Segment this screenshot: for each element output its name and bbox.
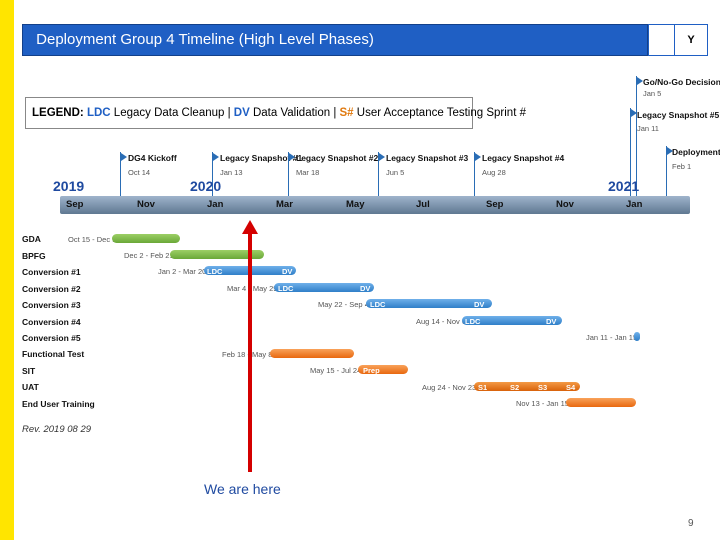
legend-dv-code: DV: [233, 107, 250, 119]
current-position-label: We are here: [204, 481, 281, 497]
gantt-bar: [474, 382, 580, 391]
phase-tag: S4: [566, 383, 576, 392]
month-label: Sep: [486, 199, 504, 210]
legend-s-code: S#: [339, 107, 354, 119]
bar-date-range: Mar 4 - May 29: [227, 284, 278, 293]
row-label-sit: SIT: [22, 366, 36, 376]
month-label: Jan: [626, 199, 643, 210]
bar-date-range: Dec 2 - Feb 21: [124, 251, 174, 260]
milestone-date: Aug 28: [482, 168, 506, 177]
milestone-name: Go/No-Go Decision: [643, 77, 720, 87]
flag-icon: [213, 153, 219, 161]
row-label-functional-test: Functional Test: [22, 349, 85, 359]
milestone-date: Jun 5: [386, 168, 405, 177]
bar-date-range: Oct 15 - Dec 9: [68, 235, 117, 244]
gantt-bar: [270, 349, 354, 358]
legend-s-text: User Acceptance Testing Sprint #: [356, 107, 526, 119]
phase-tag: S2: [510, 383, 520, 392]
row-label-conversion-3: Conversion #3: [22, 300, 81, 310]
bar-date-range: Jan 11 - Jan 15: [586, 333, 638, 342]
milestone-name: Legacy Snapshot #4: [482, 153, 565, 163]
legend-ldc-code: LDC: [86, 107, 111, 119]
bar-date-range: Aug 14 - Nov 6: [416, 317, 467, 326]
phase-tag: S1: [478, 383, 488, 392]
phase-tag: S3: [538, 383, 548, 392]
left-accent-stripe: [0, 0, 14, 540]
row-label-conversion-2: Conversion #2: [22, 284, 81, 294]
bar-date-range: Aug 24 - Nov 23: [422, 383, 477, 392]
gantt-bar: [634, 332, 640, 341]
bar-date-range: May 22 - Sep 4: [318, 300, 369, 309]
month-label: Mar: [276, 199, 293, 210]
status-flag: Y: [674, 24, 708, 56]
row-label-conversion-4: Conversion #4: [22, 317, 81, 327]
phase-tag: LDC: [278, 284, 294, 293]
row-label-bpfg: BPFG: [22, 251, 46, 261]
flag-icon: [379, 153, 385, 161]
page-title: Deployment Group 4 Timeline (High Level …: [36, 31, 374, 48]
flag-icon: [475, 153, 481, 161]
month-label: Jul: [416, 199, 430, 210]
year-label: 2021: [608, 178, 640, 194]
milestone-date: Jan 5: [643, 89, 662, 98]
gantt-bar: [566, 398, 636, 407]
phase-tag: DV: [360, 284, 371, 293]
flag-icon: [121, 153, 127, 161]
row-label-uat: UAT: [22, 382, 39, 392]
legend-dv-text: Data Validation |: [252, 107, 337, 119]
milestone-name: Deployment: [672, 147, 720, 157]
milestone-date: Jan 13: [220, 168, 243, 177]
page-number: 9: [688, 518, 694, 529]
flag-icon: [289, 153, 295, 161]
bar-date-range: Jan 2 - Mar 20: [158, 267, 207, 276]
phase-tag: Prep: [363, 366, 380, 375]
year-label: 2020: [190, 178, 222, 194]
phase-tag: DV: [546, 317, 557, 326]
milestone-date: Jan 11: [637, 124, 659, 133]
month-label: Jan: [207, 199, 224, 210]
milestone-date: Oct 14: [128, 168, 151, 177]
legend-prefix: LEGEND:: [32, 107, 84, 119]
bar-date-range: Nov 13 - Jan 15: [516, 399, 569, 408]
row-label-end-user-training: End User Training: [22, 399, 95, 409]
phase-tag: DV: [474, 300, 485, 309]
title-bar: Deployment Group 4 Timeline (High Level …: [22, 24, 648, 56]
row-label-gda: GDA: [22, 234, 41, 244]
month-label: Nov: [137, 199, 155, 210]
current-date-marker: [248, 232, 252, 472]
milestone-date: Feb 1: [672, 162, 692, 171]
milestone-name: DG4 Kickoff: [128, 153, 177, 163]
phase-tag: LDC: [207, 267, 223, 276]
title-side-box: [648, 24, 676, 56]
row-label-conversion-5: Conversion #5: [22, 333, 81, 343]
milestone-name: Legacy Snapshot #3: [386, 153, 469, 163]
phase-tag: DV: [282, 267, 293, 276]
month-label: Nov: [556, 199, 574, 210]
month-label: Sep: [66, 199, 84, 210]
legend: LEGEND: LDC Legacy Data Cleanup | DV Dat…: [25, 97, 526, 129]
month-label: May: [346, 199, 365, 210]
year-label: 2019: [53, 178, 85, 194]
row-label-conversion-1: Conversion #1: [22, 267, 81, 277]
milestone-name: Legacy Snapshot #5: [637, 110, 720, 120]
legend-ldc-text: Legacy Data Cleanup |: [113, 107, 231, 119]
gantt-bar: [112, 234, 180, 243]
milestone-date: Mar 18: [296, 168, 320, 177]
milestone-name: Legacy Snapshot #2: [296, 153, 379, 163]
phase-tag: LDC: [465, 317, 481, 326]
revision-note: Rev. 2019 08 29: [22, 424, 92, 435]
bar-date-range: May 15 - Jul 24: [310, 366, 362, 375]
phase-tag: LDC: [370, 300, 386, 309]
